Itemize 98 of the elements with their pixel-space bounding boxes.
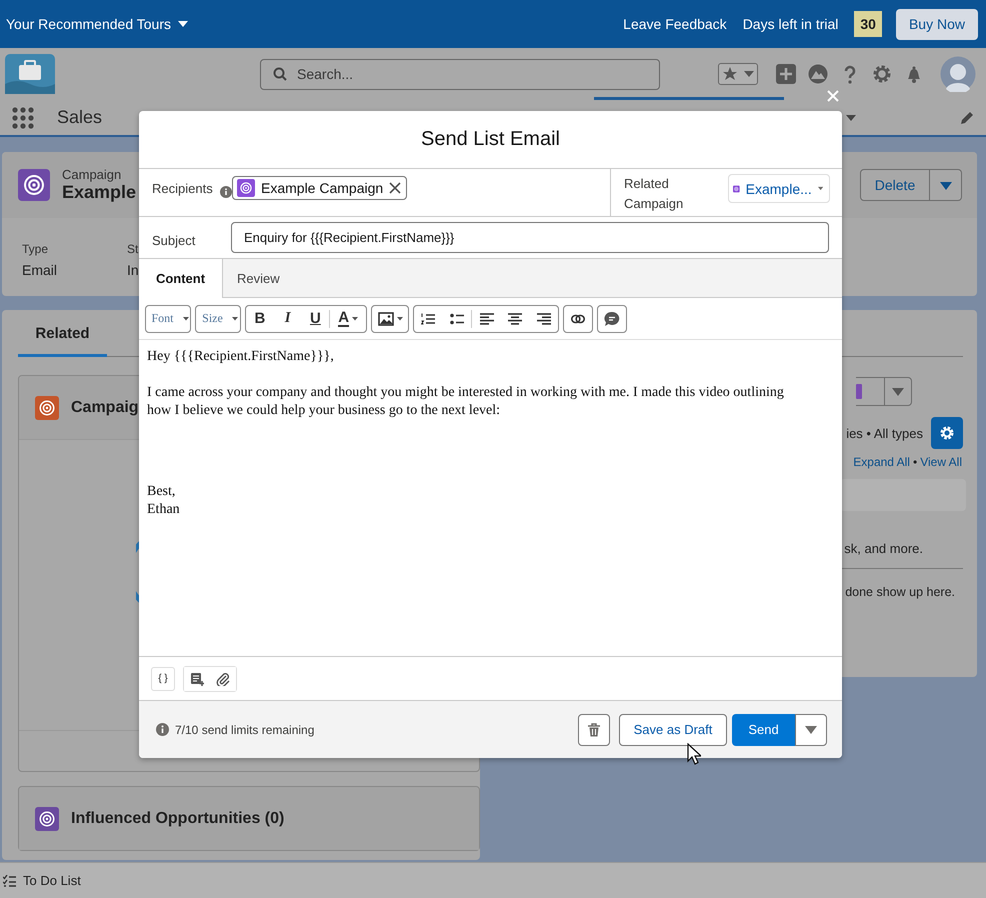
caret-icon bbox=[396, 316, 402, 320]
comment-icon bbox=[604, 310, 620, 326]
settings-icon bbox=[940, 426, 954, 440]
related-tab[interactable]: Related bbox=[18, 313, 107, 357]
underline-button[interactable]: U bbox=[302, 306, 330, 332]
template-icon bbox=[190, 672, 204, 686]
recipient-pill[interactable]: Example Campaign bbox=[232, 176, 408, 200]
italic-button[interactable]: I bbox=[274, 306, 302, 332]
trash-icon bbox=[588, 722, 600, 736]
size-select[interactable]: Size bbox=[195, 304, 241, 332]
info-icon bbox=[220, 186, 232, 198]
settings-icon[interactable] bbox=[872, 64, 892, 84]
search-box[interactable]: Search... bbox=[260, 58, 660, 90]
object-label: Campaign bbox=[62, 167, 122, 182]
subject-label: Subject bbox=[151, 233, 196, 248]
merge-field-button[interactable]: { } bbox=[151, 666, 175, 690]
add-icon[interactable] bbox=[776, 64, 796, 84]
search-icon bbox=[273, 67, 287, 81]
link-button[interactable] bbox=[563, 304, 593, 332]
caret-icon bbox=[818, 185, 823, 192]
action-menu-button[interactable] bbox=[884, 377, 912, 406]
card-title: Influenced Opportunities (0) bbox=[71, 810, 284, 828]
field-label: St bbox=[127, 242, 139, 256]
field-value: In bbox=[127, 262, 139, 278]
modal-title: Send List Email bbox=[139, 111, 842, 169]
action-button[interactable] bbox=[856, 377, 884, 406]
bulleted-list-icon bbox=[450, 312, 464, 324]
subject-field[interactable]: Enquiry for {{{Recipient.FirstName}}} bbox=[231, 222, 829, 253]
selected-campaign: Example... bbox=[746, 180, 812, 196]
send-button[interactable]: Send bbox=[732, 714, 795, 746]
align-left-icon bbox=[480, 312, 494, 324]
empty-hint: sk, and more. bbox=[844, 541, 923, 556]
filter-summary: ies • All types bbox=[846, 426, 923, 440]
caret-icon bbox=[352, 316, 358, 320]
mountain-icon[interactable] bbox=[808, 64, 828, 84]
delete-button[interactable]: Delete bbox=[860, 169, 930, 201]
view-all-link[interactable]: View All bbox=[920, 455, 962, 469]
send-options-button[interactable] bbox=[795, 714, 827, 746]
action-icon bbox=[856, 384, 862, 399]
editor-tab[interactable]: Review bbox=[222, 259, 842, 298]
campaign-icon bbox=[18, 169, 50, 201]
caret-icon[interactable] bbox=[846, 114, 856, 120]
link-separator: • bbox=[912, 455, 918, 469]
remove-icon[interactable] bbox=[389, 182, 402, 194]
body-paragraph: Best, Ethan bbox=[147, 483, 181, 519]
pencil-icon[interactable] bbox=[960, 110, 975, 125]
tours-menu-button[interactable]: Your Recommended Tours bbox=[0, 16, 194, 32]
related-campaign-label: Related Campaign bbox=[624, 175, 684, 213]
search-field[interactable]: Search... bbox=[295, 65, 639, 83]
caret-icon bbox=[232, 316, 238, 320]
caret-icon bbox=[178, 21, 188, 27]
close-icon[interactable] bbox=[826, 89, 840, 103]
campaign-icon bbox=[237, 179, 255, 197]
link-icon bbox=[571, 314, 585, 324]
past-activity-hint: done show up here. bbox=[845, 585, 955, 599]
numbered-list-icon bbox=[421, 312, 436, 324]
field-value: Email bbox=[22, 262, 58, 278]
body-paragraph: I came across your company and thought you might be interested in working with me. I made this video outlining how I believe we could help your business go to the next level: bbox=[147, 384, 785, 420]
caret-icon bbox=[892, 388, 904, 396]
trial-days-badge: 30 bbox=[854, 11, 882, 37]
buy-now-button[interactable]: Buy Now bbox=[896, 8, 978, 40]
app-launcher-icon[interactable] bbox=[12, 106, 34, 128]
bold-button[interactable]: B bbox=[246, 306, 274, 332]
related-campaign-select[interactable]: Example... bbox=[728, 174, 830, 203]
record-name: Example bbox=[62, 182, 136, 203]
body-paragraph: Hey {{{Recipient.FirstName}}}, bbox=[147, 348, 335, 366]
avatar-icon[interactable] bbox=[940, 56, 976, 92]
trial-days-label: Days left in trial bbox=[742, 16, 838, 32]
field-label: Type bbox=[22, 242, 50, 256]
briefcase-logo-icon[interactable] bbox=[5, 54, 55, 94]
image-button[interactable] bbox=[371, 304, 409, 332]
card-title: Campaig bbox=[71, 398, 139, 416]
align-center-icon bbox=[508, 312, 522, 324]
expand-all-link[interactable]: Expand All bbox=[853, 455, 910, 469]
more-actions-button[interactable] bbox=[930, 169, 962, 201]
leave-feedback-link[interactable]: Leave Feedback bbox=[623, 16, 727, 32]
comment-button[interactable] bbox=[597, 304, 627, 332]
delete-draft-button[interactable] bbox=[578, 714, 610, 746]
star-icon bbox=[722, 67, 736, 81]
app-name: Sales bbox=[57, 107, 102, 128]
image-icon bbox=[378, 312, 394, 326]
recipients-label: Recipients bbox=[152, 181, 214, 196]
caret-icon bbox=[805, 726, 817, 734]
to-do-list-button[interactable]: To Do List bbox=[3, 873, 81, 888]
info-icon bbox=[156, 723, 169, 736]
font-select[interactable]: Font bbox=[145, 304, 191, 332]
text-color-button[interactable]: A bbox=[330, 306, 366, 332]
caret-icon bbox=[744, 71, 754, 77]
checklist-icon bbox=[3, 874, 16, 886]
caret-icon bbox=[940, 182, 952, 190]
send-limits-text: 7/10 send limits remaining bbox=[175, 722, 314, 736]
paperclip-icon bbox=[216, 672, 230, 686]
align-right-icon bbox=[536, 312, 551, 324]
caret-icon bbox=[182, 316, 188, 320]
recipient-name: Example Campaign bbox=[261, 180, 384, 196]
favorites-button[interactable] bbox=[718, 63, 758, 85]
save-as-draft-button[interactable]: Save as Draft bbox=[619, 714, 727, 746]
settings-button[interactable] bbox=[931, 417, 963, 449]
